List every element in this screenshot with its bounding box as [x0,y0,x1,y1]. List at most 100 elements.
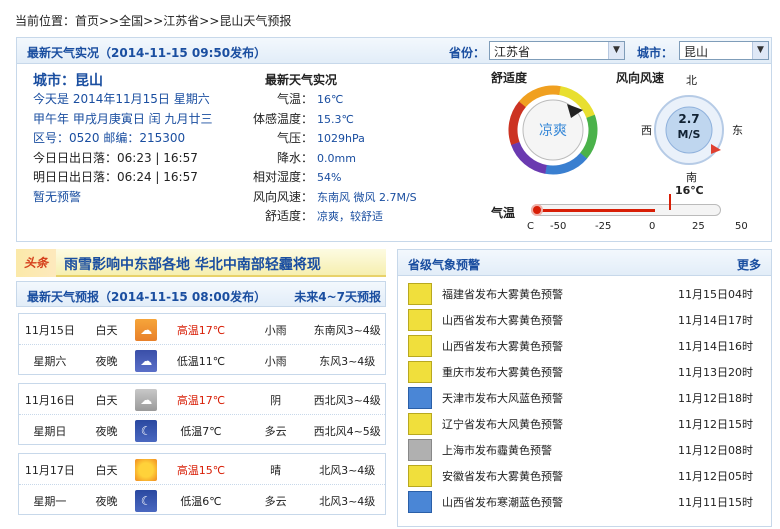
thermometer-marker [668,194,671,210]
province-select-value: 江苏省 [494,45,531,59]
condition-value: 东南风 微风 2.7M/S [317,190,417,204]
warning-title[interactable]: 重庆市发布大雾黄色预警 [442,364,678,380]
breadcrumb: 当前位置：首页>>全国>>江苏省>>昆山天气预报 [15,12,291,29]
headline-link[interactable]: 雨雪影响中东部各地 华北中南部轻霾将现 [64,254,321,274]
temperature-gauge-value: 16℃ [675,184,704,197]
forecast-day-row: 11月15日 白天 ☁ 高温17℃ 小雨 东南风3~4级 [19,314,385,345]
condition-row: 气温： 16℃ [241,90,417,110]
forecast-icon-cell: ☁ [132,388,160,411]
breadcrumb-sep: >> [99,14,120,28]
forecast-icon-cell [132,458,160,481]
breadcrumb-province[interactable]: 江苏省 [163,14,199,28]
cloudy-night-icon: ☾ [135,489,158,512]
current-weather-title: 最新天气实况（2014-11-15 09:50发布） [27,46,267,60]
warning-title[interactable]: 福建省发布大雾黄色预警 [442,286,678,302]
today-date: 今天是 2014年11月15日 星期六 [33,92,210,106]
condition-key: 相对湿度： [252,170,313,184]
breadcrumb-prefix: 当前位置： [15,14,76,28]
condition-value: 0.0mm [317,151,356,165]
sunny-icon [135,458,158,481]
yellow-fog-warning-icon [408,335,432,357]
wind-compass [654,95,724,165]
forecast-weather: 多云 [264,494,287,508]
forecast-period: 白天 [95,393,118,407]
condition-key: 气温： [276,92,313,106]
warnings-more-link[interactable]: 更多 [737,256,761,273]
forecast-day-row: 11月17日 白天 高温15℃ 晴 北风3~4级 [19,454,385,485]
thermometer-tick: C [527,221,534,232]
warnings-list: 福建省发布大雾黄色预警 11月15日04时 山西省发布大雾黄色预警 11月14日17时… [408,281,768,515]
lunar-date: 甲午年 甲戌月庚寅日 闰 九月廿三 [33,111,213,126]
forecast-period: 夜晚 [95,494,118,508]
warning-item[interactable]: 辽宁省发布大风黄色预警 11月12日15时 [408,411,768,437]
forecast-title: 最新天气预报（2014-11-15 08:00发布） [27,290,267,304]
forecast-4-7-days-link[interactable]: 未来4~7天预报 [294,288,381,305]
warning-time: 11月13日20时 [678,366,753,379]
warning-title[interactable]: 山西省发布大雾黄色预警 [442,312,678,328]
condition-value: 54% [317,171,342,184]
forecast-icon-cell: ☁ [132,318,160,341]
blue-wind-warning-icon [408,387,432,409]
breadcrumb-sep: >> [199,14,220,28]
blue-cold-wave-warning-icon [408,491,432,513]
warning-item[interactable]: 福建省发布大雾黄色预警 11月15日04时 [408,281,768,307]
warning-title[interactable]: 辽宁省发布大风黄色预警 [442,416,678,432]
breadcrumb-sep: >> [143,14,164,28]
news-forecast-section: 头条 雨雪影响中东部各地 华北中南部轻霾将现 最新天气预报（2014-11-15… [16,249,386,527]
forecast-wind: 东南风3~4级 [313,323,381,337]
condition-value: 15.3℃ [317,112,354,126]
warning-title[interactable]: 山西省发布大雾黄色预警 [442,338,678,354]
warning-item[interactable]: 上海市发布霾黄色预警 11月12日08时 [408,437,768,463]
forecast-weather: 小雨 [264,354,287,368]
light-rain-night-icon: ☁ [135,349,158,372]
thermometer-tick: -50 [550,221,567,232]
warning-title[interactable]: 安徽省发布大雾黄色预警 [442,468,678,484]
cloudy-night-icon: ☾ [135,419,158,442]
forecast-temperature: 高温17℃ [176,323,226,337]
forecast-temperature: 高温15℃ [176,463,226,477]
yellow-fog-warning-icon [408,465,432,487]
warning-item[interactable]: 天津市发布大风蓝色预警 11月12日18时 [408,385,768,411]
forecast-icon-cell: ☾ [132,489,160,512]
city-select-value: 昆山 [684,45,709,59]
condition-key: 降水： [276,150,313,165]
condition-row: 降水： 0.0mm [241,149,417,169]
thermometer-tick: 25 [692,221,705,232]
forecast-weekday: 星期日 [33,424,67,438]
forecast-wind: 北风3~4级 [319,463,376,477]
condition-key: 风向风速： [252,189,313,204]
thermometer-tick: 50 [735,221,748,232]
forecast-period: 夜晚 [95,354,118,368]
warning-item[interactable]: 山西省发布大雾黄色预警 11月14日17时 [408,307,768,333]
overcast-icon: ☁ [135,388,158,411]
warning-item[interactable]: 山西省发布大雾黄色预警 11月14日16时 [408,333,768,359]
forecast-date: 11月17日 [24,463,75,477]
forecast-day: 11月17日 白天 高温15℃ 晴北风3~4级 星期一 夜晚 ☾ 低温6℃ 多云 北风3~4级 [18,453,386,515]
wind-speed-value: 2.7 [678,112,700,126]
compass-west: 西 [641,124,652,137]
warning-title[interactable]: 上海市发布霾黄色预警 [442,442,678,458]
forecast-period: 白天 [95,463,118,477]
condition-key: 舒适度： [264,209,313,223]
warning-time: 11月14日17时 [678,314,753,327]
forecast-weather: 小雨 [264,323,287,337]
warning-item[interactable]: 重庆市发布大雾黄色预警 11月13日20时 [408,359,768,385]
warning-title[interactable]: 山西省发布寒潮蓝色预警 [442,494,678,510]
breadcrumb-home[interactable]: 首页 [75,14,99,28]
warnings-title: 省级气象预警 [408,258,481,272]
warning-title[interactable]: 天津市发布大风蓝色预警 [442,390,678,406]
warning-item[interactable]: 山西省发布寒潮蓝色预警 11月11日15时 [408,489,768,515]
thermometer-bar [531,204,721,216]
breadcrumb-national[interactable]: 全国 [119,14,143,28]
forecast-row-divider [19,414,385,415]
city-select[interactable]: 昆山 ▼ [679,41,769,60]
condition-value: 16℃ [317,93,344,106]
tomorrow-sunrise-sunset: 明日日出日落：06:24 | 16:57 [33,170,198,184]
forecast-wind: 西北风3~4级 [313,393,381,407]
warning-item[interactable]: 安徽省发布大雾黄色预警 11月12日05时 [408,463,768,489]
province-select[interactable]: 江苏省 ▼ [489,41,625,60]
wind-speed-unit: M/S [677,128,701,141]
forecast-day: 11月16日 白天 ☁ 高温17℃ 阴 西北风3~4级 星期日 夜晚 ☾ 低温7℃ 多云 西北风4~5… [18,383,386,445]
yellow-fog-warning-icon [408,283,432,305]
forecast-temperature: 低温11℃ [176,354,226,368]
